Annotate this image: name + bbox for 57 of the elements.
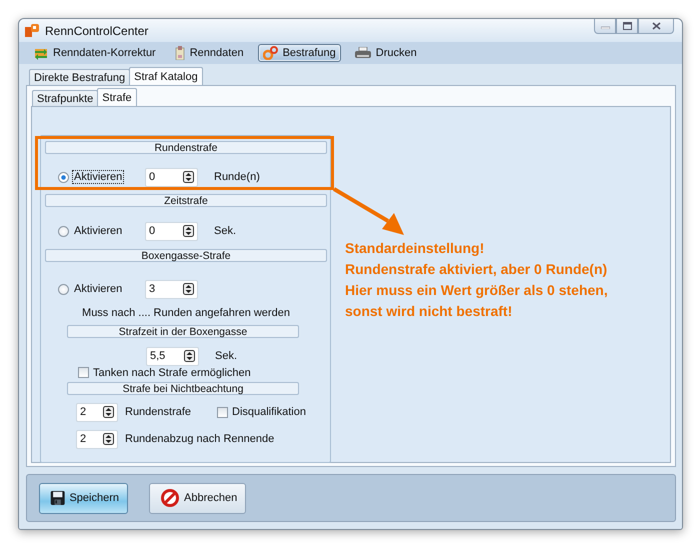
maximize-button[interactable] <box>616 19 638 34</box>
section-header: Boxengasse-Strafe <box>45 249 327 262</box>
window-title: RennControlCenter <box>45 24 148 38</box>
radio-label: Aktivieren <box>73 282 124 296</box>
unit-label: Sek. <box>214 225 236 237</box>
tab[interactable]: Strafe <box>97 88 137 106</box>
number-field[interactable]: 0 <box>145 168 198 186</box>
radio-label: Aktivieren <box>73 224 124 238</box>
annotation-arrow <box>332 187 404 235</box>
toolbar-button[interactable]: Renndaten <box>170 44 249 62</box>
unit-label: Runde(n) <box>214 171 260 183</box>
annotation-text: sonst wird nicht bestraft! <box>345 302 514 321</box>
document-icon <box>174 46 185 60</box>
toolbar-button[interactable]: Bestrafung <box>258 44 341 62</box>
no-entry-icon <box>160 488 180 508</box>
tab[interactable]: Direkte Bestrafung <box>29 69 130 85</box>
spin-buttons-icon <box>183 171 194 183</box>
radio-button[interactable]: Aktivieren <box>58 170 145 184</box>
unit-label: Sek. <box>215 350 238 362</box>
toolbar-button[interactable]: Renndaten-Korrektur <box>29 44 161 62</box>
radio-button[interactable]: Aktivieren <box>58 282 145 296</box>
printer-icon <box>354 47 371 59</box>
hint-text: Muss nach .... Runden angefahren werden <box>81 307 291 320</box>
field-label: Rundenstrafe <box>125 406 192 418</box>
arrows-icon <box>34 46 48 60</box>
toolbar-button[interactable]: Drucken <box>350 45 422 61</box>
annotation-text: Hier muss ein Wert größer als 0 stehen, <box>345 281 608 300</box>
tab[interactable]: Straf Katalog <box>129 67 203 85</box>
annotation-text: Rundenstrafe aktiviert, aber 0 Runde(n) <box>345 260 608 279</box>
close-button[interactable] <box>638 19 674 34</box>
checkbox[interactable]: Tanken nach Strafe ermöglichen <box>78 366 329 379</box>
close-icon <box>652 22 660 30</box>
section-header: Strafzeit in der Boxengasse <box>67 325 299 338</box>
checkbox[interactable]: Disqualifikation <box>217 406 306 418</box>
app-logo-icon <box>25 24 39 37</box>
dialog-button[interactable]: Abbrechen <box>149 482 246 514</box>
spin-buttons-icon <box>183 225 194 237</box>
spin-buttons-icon <box>103 406 114 418</box>
spin-buttons-icon <box>183 283 194 295</box>
spin-buttons-icon <box>103 433 114 445</box>
annotation-text: Standardeinstellung! <box>345 239 486 258</box>
spin-buttons-icon <box>184 350 195 362</box>
radio-label: Aktivieren <box>72 170 124 184</box>
gear-icon <box>262 46 278 60</box>
radio-button[interactable]: Aktivieren <box>58 224 145 238</box>
number-field[interactable]: 2 <box>76 430 118 448</box>
section-header: Zeitstrafe <box>45 194 327 207</box>
field-label: Rundenabzug nach Rennende <box>125 433 274 445</box>
tab[interactable]: Strafpunkte <box>32 90 98 106</box>
number-field[interactable]: 2 <box>76 402 118 422</box>
dialog-button[interactable]: Speichern <box>39 482 128 514</box>
maximize-icon <box>622 22 632 30</box>
number-field[interactable]: 5,5 <box>146 346 199 366</box>
number-field[interactable]: 0 <box>145 222 198 240</box>
section-header: Strafe bei Nichtbeachtung <box>67 382 299 395</box>
number-field[interactable]: 3 <box>145 280 198 298</box>
section-header: Rundenstrafe <box>45 141 327 154</box>
